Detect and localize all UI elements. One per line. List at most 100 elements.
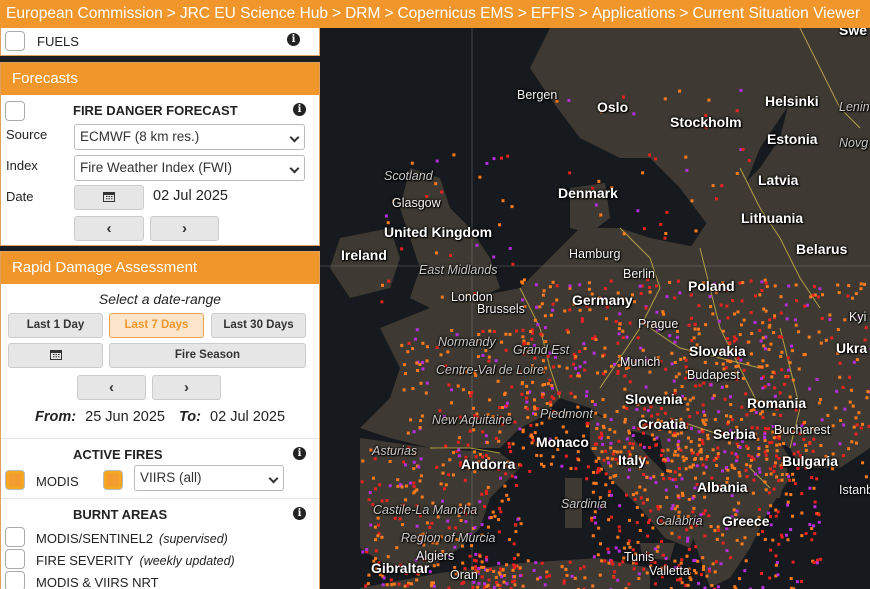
fuels-checkbox[interactable] — [5, 31, 25, 51]
fire-hotspot — [377, 523, 380, 527]
breadcrumb-link[interactable]: Current Situation Viewer — [692, 5, 860, 22]
fire-hotspot — [772, 487, 776, 491]
map-label: Oran — [450, 568, 478, 582]
date-prev-button[interactable]: ‹ — [74, 216, 144, 241]
fire-hotspot — [511, 442, 515, 446]
fire-hotspot — [533, 356, 537, 360]
fire-hotspot — [705, 574, 709, 578]
fire-hotspot — [817, 401, 821, 405]
fire-hotspot — [474, 552, 478, 556]
fire-hotspot — [720, 184, 724, 188]
burnt-area-checkbox[interactable] — [5, 549, 25, 569]
date-next-button[interactable]: › — [150, 216, 219, 241]
breadcrumb-link[interactable]: JRC EU Science Hub — [180, 5, 328, 22]
fire-hotspot — [692, 506, 696, 510]
fire-hotspot — [731, 299, 735, 302]
fire-hotspot — [694, 229, 698, 233]
range-next-button[interactable]: › — [152, 375, 221, 400]
fire-hotspot — [550, 384, 554, 387]
fire-hotspot — [393, 516, 397, 520]
fire-hotspot — [468, 554, 472, 558]
fire-hotspot — [655, 310, 659, 314]
fire-hotspot — [680, 385, 684, 388]
fire-hotspot — [507, 442, 511, 445]
breadcrumb-link[interactable]: DRM — [345, 5, 380, 22]
rda-header[interactable]: Rapid Damage Assessment — [1, 252, 319, 284]
fire-hotspot — [597, 469, 601, 473]
calendar-button[interactable] — [74, 185, 144, 210]
range-prev-button[interactable]: ‹ — [77, 375, 146, 400]
range-button[interactable]: Last 30 Days — [211, 313, 306, 338]
fire-hotspot — [774, 563, 778, 567]
fire-hotspot — [678, 291, 682, 295]
map-view[interactable]: Swe Bergen Oslo Helsinki Lenin Stockholm Eston… — [320, 28, 870, 589]
fire-hotspot — [628, 431, 631, 435]
fire-hotspot — [500, 340, 504, 344]
fire-hotspot — [670, 507, 674, 511]
index-select[interactable]: Fire Weather Index (FWI) — [74, 155, 305, 181]
fire-hotspot — [791, 514, 794, 518]
fire-hotspot — [631, 442, 635, 446]
fire-hotspot — [406, 431, 410, 435]
breadcrumb-link[interactable]: Applications — [592, 5, 676, 22]
fire-hotspot — [360, 480, 364, 484]
fire-hotspot — [412, 481, 416, 485]
breadcrumb-link[interactable]: EFFIS — [531, 5, 575, 22]
fire-hotspot — [603, 413, 607, 417]
fire-hotspot — [743, 569, 747, 573]
fire-hotspot — [518, 427, 522, 431]
fire-hotspot — [643, 488, 647, 492]
fire-hotspot — [593, 442, 597, 446]
burnt-areas-info-icon[interactable]: i — [293, 507, 306, 520]
fire-hotspot — [617, 332, 621, 336]
fire-hotspot — [735, 459, 739, 463]
calendar-button[interactable] — [8, 343, 103, 368]
fire-hotspot — [690, 451, 694, 455]
fire-hotspot — [485, 568, 489, 572]
fire-hotspot — [802, 437, 806, 441]
fire-hotspot — [654, 443, 658, 447]
fire-hotspot — [618, 322, 622, 326]
fire-hotspot — [661, 310, 665, 314]
fire-hotspot — [382, 576, 386, 580]
fire-hotspot — [528, 469, 532, 473]
source-select[interactable]: ECMWF (8 km res.) — [74, 124, 305, 150]
fire-hotspot — [763, 436, 767, 439]
burnt-area-checkbox[interactable] — [5, 571, 25, 589]
fire-hotspot — [625, 407, 629, 410]
fire-hotspot — [765, 364, 769, 368]
fire-hotspot — [665, 295, 669, 299]
source-select-value: ECMWF (8 km res.) — [80, 129, 200, 144]
range-button[interactable]: Last 1 Day — [8, 313, 103, 338]
fire-hotspot — [842, 423, 846, 427]
fire-hotspot — [702, 381, 706, 385]
viirs-checkbox[interactable] — [103, 470, 123, 490]
fire-hotspot — [392, 582, 396, 586]
fire-danger-checkbox[interactable] — [5, 101, 25, 121]
breadcrumb-link[interactable]: European Commission — [6, 5, 163, 22]
fire-danger-info-icon[interactable]: i — [293, 103, 306, 116]
modis-checkbox[interactable] — [5, 470, 25, 490]
fire-hotspot — [768, 491, 771, 495]
fire-hotspot — [374, 549, 378, 553]
forecasts-header[interactable]: Forecasts — [1, 63, 319, 95]
fire-hotspot — [509, 450, 513, 453]
fire-hotspot — [848, 400, 852, 404]
viirs-select[interactable]: VIIRS (all) — [134, 465, 284, 491]
fire-hotspot — [716, 446, 720, 450]
fire-hotspot — [421, 367, 425, 371]
breadcrumb-link[interactable]: Copernicus EMS — [397, 5, 513, 22]
fire-hotspot — [692, 559, 696, 563]
fire-hotspot — [591, 490, 595, 494]
active-fires-info-icon[interactable]: i — [293, 447, 306, 460]
breadcrumb-separator: > — [578, 5, 588, 22]
fire-hotspot — [374, 487, 377, 491]
fire-season-button[interactable]: Fire Season — [109, 343, 306, 368]
range-button[interactable]: Last 7 Days — [109, 313, 204, 338]
map-label: Valletta — [649, 564, 690, 578]
fire-hotspot — [745, 413, 749, 417]
burnt-area-checkbox[interactable] — [5, 527, 25, 547]
fuels-info-icon[interactable]: i — [287, 33, 300, 46]
fire-hotspot — [592, 470, 595, 474]
fire-hotspot — [763, 537, 767, 541]
